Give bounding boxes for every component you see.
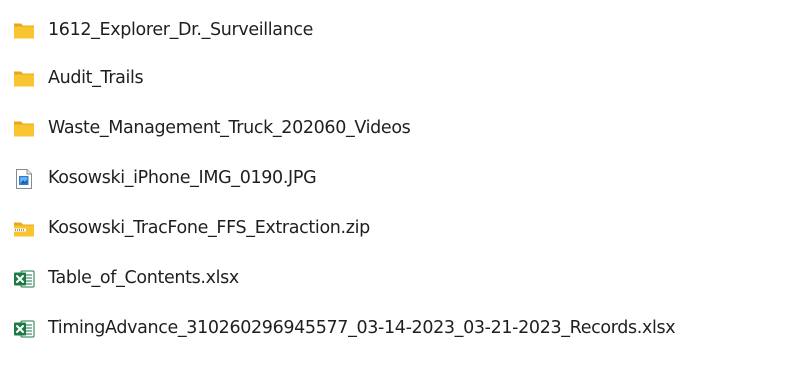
file-item-folder-1612-explorer[interactable]: 1612_Explorer_Dr._Surveillance	[12, 8, 806, 54]
file-name: Audit_Trails	[48, 68, 144, 89]
excel-file-icon	[12, 317, 36, 341]
file-list: 1612_Explorer_Dr._Surveillance Audit_Tra…	[12, 8, 806, 354]
file-item-image-iphone[interactable]: Kosowski_iPhone_IMG_0190.JPG	[12, 154, 806, 204]
folder-icon	[12, 117, 36, 141]
image-file-icon	[12, 167, 36, 191]
file-item-xlsx-timing-advance[interactable]: TimingAdvance_310260296945577_03-14-2023…	[12, 304, 806, 354]
file-name: Table_of_Contents.xlsx	[48, 268, 239, 289]
excel-file-icon	[12, 267, 36, 291]
file-name: Kosowski_iPhone_IMG_0190.JPG	[48, 168, 317, 189]
file-name: TimingAdvance_310260296945577_03-14-2023…	[48, 318, 676, 339]
file-name: Kosowski_TracFone_FFS_Extraction.zip	[48, 218, 370, 239]
file-name: Waste_Management_Truck_202060_Videos	[48, 118, 411, 139]
folder-icon	[12, 19, 36, 43]
file-item-xlsx-table-of-contents[interactable]: Table_of_Contents.xlsx	[12, 254, 806, 304]
zip-folder-icon	[12, 217, 36, 241]
file-item-folder-waste-management[interactable]: Waste_Management_Truck_202060_Videos	[12, 104, 806, 154]
file-name: 1612_Explorer_Dr._Surveillance	[48, 20, 314, 41]
file-item-zip-tracfone[interactable]: Kosowski_TracFone_FFS_Extraction.zip	[12, 204, 806, 254]
folder-icon	[12, 67, 36, 91]
file-item-folder-audit-trails[interactable]: Audit_Trails	[12, 54, 806, 104]
